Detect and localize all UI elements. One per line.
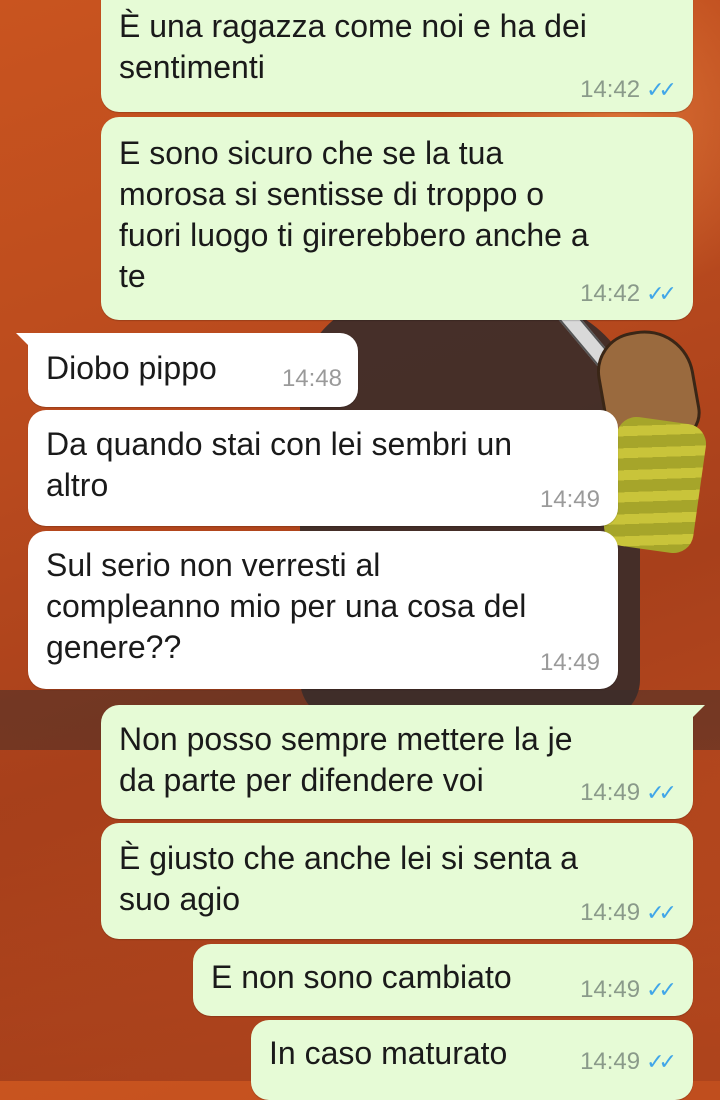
message-text: E sono sicuro che se la tua morosa si se… [119, 135, 589, 294]
message-time: 14:42 [580, 280, 641, 307]
double-check-icon: ✓✓ [646, 281, 677, 306]
double-check-icon: ✓✓ [646, 1049, 677, 1074]
message-text: È una ragazza come noi e ha dei sentimen… [119, 8, 587, 85]
message-bubble-outgoing[interactable]: È una ragazza come noi e ha dei sentimen… [101, 0, 693, 112]
message-text: In caso maturato [269, 1035, 508, 1071]
message-meta: 14:49 [540, 649, 600, 677]
double-check-icon: ✓✓ [646, 77, 677, 102]
message-bubble-outgoing[interactable]: Non posso sempre mettere la je da parte … [101, 705, 705, 819]
message-time: 14:49 [580, 1048, 641, 1075]
message-text: Sul serio non verresti al compleanno mio… [46, 547, 527, 665]
message-time: 14:42 [580, 76, 641, 103]
message-text: Diobo pippo [46, 350, 217, 386]
bubble-tail [687, 705, 705, 723]
bubble-tail [16, 333, 34, 351]
message-bubble-incoming[interactable]: Da quando stai con lei sembri un altro 1… [28, 410, 618, 526]
message-text: Da quando stai con lei sembri un altro [46, 426, 513, 503]
message-bubble-outgoing[interactable]: E non sono cambiato 14:49 ✓✓ [193, 944, 693, 1016]
message-bubble-outgoing[interactable]: In caso maturato 14:49 ✓✓ [251, 1020, 693, 1100]
message-meta: 14:49 ✓✓ [580, 976, 677, 1004]
message-time: 14:48 [281, 365, 342, 392]
message-time: 14:49 [539, 486, 600, 513]
message-meta: 14:49 ✓✓ [580, 1048, 677, 1076]
double-check-icon: ✓✓ [646, 780, 677, 805]
message-meta: 14:49 ✓✓ [580, 899, 677, 927]
message-meta: 14:42 ✓✓ [580, 76, 677, 104]
message-meta: 14:49 [540, 486, 600, 514]
message-text: È giusto che anche lei si senta a suo ag… [119, 840, 578, 917]
message-text: Non posso sempre mettere la je da parte … [119, 721, 573, 798]
double-check-icon: ✓✓ [646, 977, 677, 1002]
message-bubble-outgoing[interactable]: È giusto che anche lei si senta a suo ag… [101, 823, 693, 939]
message-time: 14:49 [580, 779, 641, 806]
message-time: 14:49 [580, 976, 641, 1003]
message-bubble-incoming[interactable]: Sul serio non verresti al compleanno mio… [28, 531, 618, 689]
message-bubble-outgoing[interactable]: E sono sicuro che se la tua morosa si se… [101, 117, 693, 320]
message-time: 14:49 [539, 649, 600, 676]
message-meta: 14:49 ✓✓ [580, 779, 677, 807]
message-text: E non sono cambiato [211, 959, 512, 995]
message-time: 14:49 [580, 899, 641, 926]
message-bubble-incoming[interactable]: Diobo pippo 14:48 [16, 333, 358, 407]
message-meta: 14:48 [282, 365, 342, 393]
double-check-icon: ✓✓ [646, 900, 677, 925]
message-meta: 14:42 ✓✓ [580, 280, 677, 308]
